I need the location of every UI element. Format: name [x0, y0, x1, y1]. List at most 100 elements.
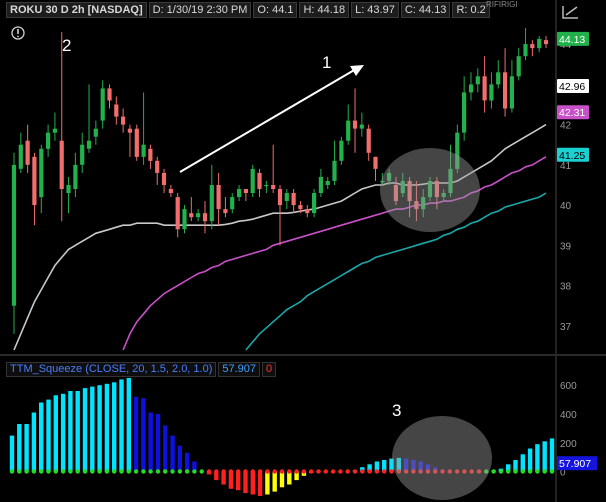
- candle-body: [366, 128, 371, 153]
- squeeze-dot: [90, 469, 95, 474]
- candle-body: [18, 144, 23, 169]
- badge-ma-magenta: 42.31: [559, 107, 585, 119]
- squeeze-dot: [9, 469, 15, 474]
- candle-body: [298, 205, 303, 210]
- histogram-bar: [265, 471, 270, 495]
- squeeze-dot: [513, 469, 518, 474]
- price-chart[interactable]: 37383940414243441244.1342.9642.3141.25: [0, 0, 606, 356]
- candle-body: [155, 160, 160, 173]
- candle-body: [80, 144, 85, 165]
- histogram-bar: [17, 424, 22, 472]
- histogram-bar: [53, 395, 58, 472]
- candle-body: [243, 189, 248, 193]
- symbol-label[interactable]: ROKU 30 D 2h [NASDAQ]: [6, 2, 147, 18]
- price-tick-label: 40: [560, 201, 572, 212]
- squeeze-dot: [236, 469, 241, 474]
- squeeze-dot: [75, 469, 80, 474]
- squeeze-dot: [148, 469, 153, 474]
- price-tick-label: 37: [560, 322, 572, 333]
- squeeze-dot: [199, 469, 204, 474]
- squeeze-dot: [257, 469, 263, 474]
- squeeze-dot: [506, 469, 511, 474]
- candle-body: [291, 193, 296, 206]
- squeeze-dot: [316, 469, 321, 474]
- squeeze-dot: [250, 469, 255, 474]
- histogram-bar: [39, 402, 44, 472]
- candle-body: [39, 148, 44, 198]
- candle-body: [462, 92, 467, 133]
- candle-body: [216, 185, 221, 210]
- candle-body: [46, 132, 51, 149]
- squeeze-dot: [170, 469, 175, 474]
- annotation-2: 2: [62, 36, 71, 55]
- indicator-name[interactable]: TTM_Squeeze (CLOSE, 20, 1.5, 2.0, 1.0): [6, 362, 217, 377]
- squeeze-dot: [17, 469, 22, 474]
- candle-body: [468, 84, 474, 93]
- histogram-bar: [75, 391, 80, 472]
- squeeze-dot: [338, 469, 343, 474]
- low-label: L: 43.97: [351, 2, 399, 18]
- histogram-bar: [68, 391, 73, 472]
- squeeze-dot: [184, 469, 190, 474]
- squeeze-dot: [119, 469, 124, 474]
- candle-body: [223, 209, 228, 214]
- squeeze-dot: [498, 469, 504, 474]
- squeeze-dot: [31, 469, 37, 474]
- squeeze-dot: [360, 469, 365, 474]
- histogram-bar: [104, 383, 110, 472]
- candle-body: [114, 104, 119, 117]
- squeeze-dot: [367, 469, 372, 474]
- annotation-1: 1: [322, 53, 331, 72]
- price-tick-label: 38: [560, 282, 572, 293]
- indicator-chart[interactable]: 0 200 400 600 3 57.907: [0, 356, 606, 502]
- histogram-bar: [177, 445, 182, 472]
- date-label: D: 1/30/19 2:30 PM: [148, 2, 252, 18]
- squeeze-dot: [374, 469, 380, 474]
- indicator-header: TTM_Squeeze (CLOSE, 20, 1.5, 2.0, 1.0) 5…: [6, 362, 277, 377]
- squeeze-dot: [520, 469, 525, 474]
- histogram-bar: [90, 386, 95, 472]
- candle-body: [482, 76, 487, 101]
- squeeze-dot: [323, 469, 328, 474]
- indicator-value: 57.907: [218, 362, 261, 377]
- histogram-bar: [97, 385, 102, 472]
- histogram-bar: [24, 424, 29, 472]
- squeeze-dot: [104, 469, 110, 474]
- histogram-bar: [9, 435, 15, 472]
- candle-body: [537, 38, 542, 49]
- candle-body: [230, 197, 235, 210]
- squeeze-dot: [330, 469, 336, 474]
- histogram-bar: [520, 454, 525, 472]
- candle-body: [100, 88, 105, 121]
- candle-body: [318, 176, 323, 193]
- candle-body: [189, 213, 194, 218]
- histogram-bar: [243, 471, 248, 494]
- indicator-tick-label: 600: [560, 381, 577, 392]
- histogram-bar: [46, 399, 51, 472]
- candle-body: [86, 140, 92, 149]
- squeeze-dot: [272, 469, 277, 474]
- squeeze-dot: [491, 469, 496, 474]
- squeeze-dot: [206, 469, 212, 474]
- squeeze-dot: [177, 469, 182, 474]
- squeeze-dot: [527, 469, 533, 474]
- squeeze-dot: [382, 469, 387, 474]
- histogram-bar: [148, 412, 153, 472]
- indicator-highlight-ellipse: [392, 416, 492, 500]
- candle-body: [161, 172, 167, 185]
- histogram-bar: [257, 471, 263, 496]
- histogram-bar: [126, 378, 131, 472]
- candle-body: [107, 88, 112, 101]
- squeeze-dot: [221, 469, 226, 474]
- candle-body: [543, 40, 549, 45]
- squeeze-dot: [287, 469, 292, 474]
- candle-body: [148, 148, 153, 161]
- squeeze-dot: [214, 469, 219, 474]
- indicator-tick-label: 200: [560, 439, 577, 450]
- candle-body: [509, 76, 514, 109]
- histogram-bar: [82, 388, 88, 472]
- histogram-bar: [163, 425, 168, 472]
- squeeze-dot: [345, 469, 350, 474]
- histogram-bar: [155, 414, 161, 472]
- candle-body: [168, 189, 173, 193]
